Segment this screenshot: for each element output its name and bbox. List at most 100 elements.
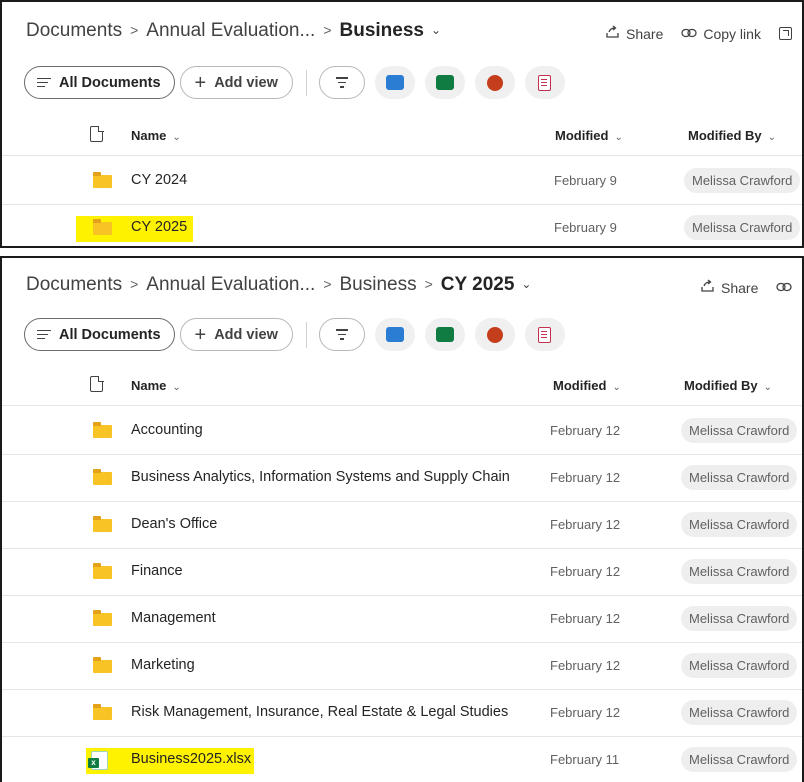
column-header-name[interactable]: Name ⌄	[131, 378, 181, 393]
column-header-modified[interactable]: Modified ⌄	[553, 378, 621, 393]
row-modified: February 12	[550, 517, 621, 532]
row-modified: February 12	[550, 658, 621, 673]
column-header-name[interactable]: Name ⌄	[131, 128, 181, 143]
row-name[interactable]: CY 2024	[131, 172, 187, 188]
list-view-icon	[37, 75, 51, 90]
row-name[interactable]: Dean's Office	[131, 516, 217, 532]
share-button[interactable]: Share	[626, 26, 663, 42]
row-name[interactable]: Risk Management, Insurance, Real Estate …	[131, 704, 508, 720]
breadcrumb: Documents > Annual Evaluation... > Busin…	[26, 20, 441, 42]
row-modified-by[interactable]: Melissa Crawford	[681, 559, 798, 584]
row-name[interactable]: CY 2025	[131, 219, 187, 235]
breadcrumb-item-documents[interactable]: Documents	[26, 20, 122, 42]
all-documents-view-button[interactable]: All Documents	[24, 66, 175, 99]
row-modified-by[interactable]: Melissa Crawford	[681, 465, 798, 490]
breadcrumb-current-folder[interactable]: CY 2025	[441, 274, 515, 296]
new-forms-button[interactable]	[524, 318, 565, 351]
table-row[interactable]: CY 2024 February 9 Melissa Crawford	[2, 158, 802, 205]
column-header-modified-by[interactable]: Modified By ⌄	[684, 378, 772, 393]
row-modified-by[interactable]: Melissa Crawford	[681, 606, 798, 631]
table-row[interactable]: Marketing February 12 Melissa Crawford	[2, 643, 802, 690]
chevron-down-icon[interactable]: ⌄	[431, 23, 441, 37]
filter-button[interactable]	[318, 318, 365, 351]
folder-icon	[93, 657, 112, 673]
copy-link-icon[interactable]	[776, 279, 793, 296]
row-modified-by[interactable]: Melissa Crawford	[681, 418, 798, 443]
open-icon[interactable]	[778, 27, 792, 40]
copy-link-icon	[681, 25, 698, 42]
document-icon[interactable]	[90, 375, 104, 392]
forms-icon	[538, 326, 552, 343]
new-powerpoint-button[interactable]	[474, 66, 515, 99]
new-forms-button[interactable]	[524, 66, 565, 99]
table-row[interactable]: Finance February 12 Melissa Crawford	[2, 549, 802, 596]
folder-icon	[93, 172, 112, 188]
new-word-button[interactable]	[374, 318, 415, 351]
chevron-down-icon: ⌄	[172, 132, 181, 143]
column-header-modified[interactable]: Modified ⌄	[555, 128, 623, 143]
row-modified: February 12	[550, 470, 621, 485]
table-header: Name ⌄ Modified ⌄ Modified By ⌄	[2, 366, 802, 406]
row-name[interactable]: Management	[131, 610, 216, 626]
new-powerpoint-button[interactable]	[474, 318, 515, 351]
table-row[interactable]: Business Analytics, Information Systems …	[2, 455, 802, 502]
row-name[interactable]: Finance	[131, 563, 183, 579]
list-view-icon	[37, 327, 51, 342]
breadcrumb-item-business[interactable]: Business	[340, 274, 417, 296]
table-row[interactable]: Risk Management, Insurance, Real Estate …	[2, 690, 802, 737]
document-icon[interactable]	[90, 125, 104, 142]
view-toolbar: All Documents + Add view	[24, 318, 575, 351]
new-word-button[interactable]	[374, 66, 415, 99]
row-name[interactable]: Business2025.xlsx	[131, 751, 251, 767]
folder-icon	[93, 219, 112, 235]
column-header-modified-by[interactable]: Modified By ⌄	[688, 128, 776, 143]
row-modified-by[interactable]: Melissa Crawford	[681, 512, 798, 537]
row-modified-by[interactable]: Melissa Crawford	[684, 215, 801, 240]
chevron-down-icon[interactable]: ⌄	[521, 277, 531, 291]
folder-icon	[93, 610, 112, 626]
row-name[interactable]: Accounting	[131, 422, 203, 438]
table-header: Name ⌄ Modified ⌄ Modified By ⌄	[2, 116, 802, 156]
library-view-cy-2025: Documents > Annual Evaluation... > Busin…	[0, 256, 804, 782]
filter-button[interactable]	[318, 66, 365, 99]
toolbar-divider	[305, 321, 307, 348]
add-view-button[interactable]: + Add view	[179, 318, 293, 351]
row-name[interactable]: Business Analytics, Information Systems …	[131, 469, 510, 485]
breadcrumb-separator: >	[424, 276, 433, 292]
row-modified: February 12	[550, 705, 621, 720]
share-button[interactable]: Share	[721, 280, 758, 296]
add-view-label: Add view	[214, 326, 278, 343]
all-documents-view-button[interactable]: All Documents	[24, 318, 175, 351]
chevron-down-icon: ⌄	[763, 382, 773, 393]
command-actions: Share Copy link	[604, 24, 792, 43]
library-view-business: Documents > Annual Evaluation... > Busin…	[0, 0, 804, 248]
table-row[interactable]: Management February 12 Melissa Crawford	[2, 596, 802, 643]
all-documents-label: All Documents	[59, 74, 161, 91]
add-icon: +	[194, 71, 207, 94]
row-modified-by[interactable]: Melissa Crawford	[681, 747, 798, 772]
table-row[interactable]: CY 2025 February 9 Melissa Crawford	[2, 205, 802, 246]
row-modified-by[interactable]: Melissa Crawford	[681, 653, 798, 678]
filter-icon	[335, 74, 348, 91]
row-name[interactable]: Marketing	[131, 657, 195, 673]
add-view-button[interactable]: + Add view	[179, 66, 293, 99]
forms-icon	[538, 74, 552, 91]
new-excel-button[interactable]	[424, 66, 465, 99]
row-modified-by[interactable]: Melissa Crawford	[684, 168, 801, 193]
folder-icon	[93, 469, 112, 485]
chevron-down-icon: ⌄	[767, 132, 777, 143]
table-row[interactable]: Business2025.xlsx February 11 Melissa Craw…	[2, 737, 802, 782]
copy-link-button[interactable]: Copy link	[703, 26, 761, 42]
folder-icon	[93, 704, 112, 720]
table-row[interactable]: Accounting February 12 Melissa Crawford	[2, 408, 802, 455]
breadcrumb-item-annual-evaluation[interactable]: Annual Evaluation...	[146, 274, 315, 296]
breadcrumb-item-annual-evaluation[interactable]: Annual Evaluation...	[146, 20, 315, 42]
table-row[interactable]: Dean's Office February 12 Melissa Crawford	[2, 502, 802, 549]
breadcrumb-current-folder[interactable]: Business	[340, 20, 424, 42]
powerpoint-icon	[486, 74, 503, 91]
breadcrumb-item-documents[interactable]: Documents	[26, 274, 122, 296]
excel-file-icon	[88, 751, 108, 770]
row-modified-by[interactable]: Melissa Crawford	[681, 700, 798, 725]
folder-icon	[93, 563, 112, 579]
new-excel-button[interactable]	[424, 318, 465, 351]
